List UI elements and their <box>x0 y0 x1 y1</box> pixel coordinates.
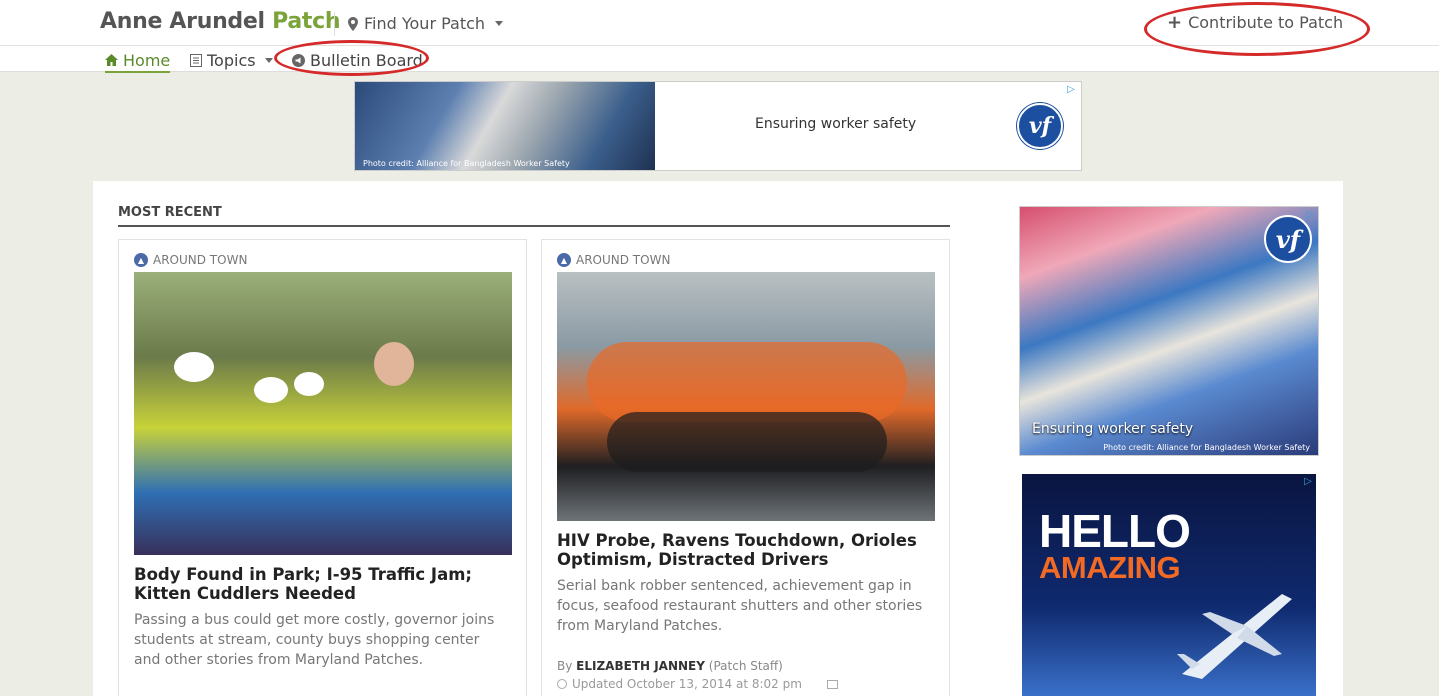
article-byline: By ELIZABETH JANNEY (Patch Staff) <box>557 659 783 673</box>
author-name[interactable]: ELIZABETH JANNEY <box>576 659 705 673</box>
town-icon: ▲ <box>134 253 148 267</box>
article-updated: Updated October 13, 2014 at 8:02 pm <box>557 677 838 691</box>
section-title: MOST RECENT <box>118 205 950 227</box>
article-card[interactable]: ▲ AROUND TOWN HIV Probe, Ravens Touchdow… <box>541 239 950 696</box>
brand-name: Anne Arundel <box>100 9 265 34</box>
map-pin-icon <box>348 16 358 31</box>
nav-bulletin-label: Bulletin Board <box>310 50 423 70</box>
article-card[interactable]: ▲ AROUND TOWN Body Found in Park; I-95 T… <box>118 239 527 696</box>
nav-home[interactable]: Home <box>105 49 171 73</box>
chevron-down-icon <box>495 21 504 26</box>
town-icon: ▲ <box>557 253 571 267</box>
article-category-label: AROUND TOWN <box>576 253 671 267</box>
vf-logo: vf <box>1264 215 1312 263</box>
hardhat-shape <box>174 352 214 382</box>
contribute-label: Contribute to Patch <box>1188 13 1344 32</box>
article-category[interactable]: ▲ AROUND TOWN <box>134 253 247 267</box>
nav-topics[interactable]: Topics <box>190 49 273 71</box>
byline-prefix: By <box>557 659 573 673</box>
hardhat-shape <box>254 377 288 403</box>
comment-icon[interactable] <box>826 679 838 689</box>
adchoices-icon[interactable]: ▷ <box>1304 209 1316 221</box>
adchoices-icon[interactable]: ▷ <box>1065 84 1077 96</box>
ad-text: Ensuring worker safety <box>1032 421 1194 437</box>
nav-topics-label: Topics <box>207 50 256 70</box>
hardhat-shape <box>294 372 324 396</box>
article-description: Serial bank robber sentenced, achievemen… <box>557 578 923 634</box>
main-nav: Home Topics Bulletin Board <box>0 46 1439 73</box>
document-icon <box>190 53 202 67</box>
find-your-patch-label: Find Your Patch <box>364 14 486 33</box>
article-photo[interactable] <box>134 272 512 555</box>
top-banner-ad[interactable]: Photo credit: Alliance for Bangladesh Wo… <box>354 81 1082 171</box>
nav-bulletin-board[interactable]: Bulletin Board <box>292 49 423 71</box>
ad-text: Ensuring worker safety <box>755 116 917 132</box>
header-divider <box>334 12 335 36</box>
author-role: (Patch Staff) <box>708 659 783 673</box>
clock-icon <box>557 679 567 689</box>
face-shape <box>374 342 414 386</box>
top-header: Anne Arundel Patch Find Your Patch + Con… <box>0 0 1439 46</box>
article-category-label: AROUND TOWN <box>153 253 248 267</box>
article-headline[interactable]: Body Found in Park; I-95 Traffic Jam; Ki… <box>134 565 504 603</box>
contribute-button[interactable]: + Contribute to Patch <box>1167 12 1343 33</box>
find-your-patch-dropdown[interactable]: Find Your Patch <box>348 14 504 33</box>
article-description: Passing a bus could get more costly, gov… <box>134 612 495 668</box>
home-icon <box>105 54 118 66</box>
updated-timestamp: Updated October 13, 2014 at 8:02 pm <box>572 677 802 691</box>
adchoices-icon[interactable]: ▷ <box>1302 476 1314 488</box>
article-photo[interactable] <box>557 272 935 521</box>
airplane-icon <box>1177 594 1292 679</box>
ad-photo-credit: Photo credit: Alliance for Bangladesh Wo… <box>363 159 570 168</box>
megaphone-icon <box>292 53 305 67</box>
crowd-shape <box>607 412 887 472</box>
side-ad-worker-safety[interactable]: vf Ensuring worker safety Photo credit: … <box>1019 206 1319 456</box>
crowd-shape <box>587 342 907 422</box>
article-headline[interactable]: HIV Probe, Ravens Touchdown, Orioles Opt… <box>557 531 927 569</box>
chevron-down-icon <box>264 57 273 63</box>
plus-icon: + <box>1167 12 1183 33</box>
ad-photo: Photo credit: Alliance for Bangladesh Wo… <box>355 82 655 170</box>
ad-photo-credit: Photo credit: Alliance for Bangladesh Wo… <box>1103 443 1310 452</box>
brand-patch: Patch <box>272 9 341 34</box>
article-category[interactable]: ▲ AROUND TOWN <box>557 253 670 267</box>
ad-subheadline: AMAZING <box>1039 550 1181 585</box>
vf-logo: vf <box>1017 103 1063 149</box>
nav-home-label: Home <box>123 50 171 70</box>
side-ad-hello-amazing[interactable]: HELLO AMAZING ▷ <box>1022 474 1316 696</box>
site-logo[interactable]: Anne Arundel Patch <box>100 9 341 34</box>
